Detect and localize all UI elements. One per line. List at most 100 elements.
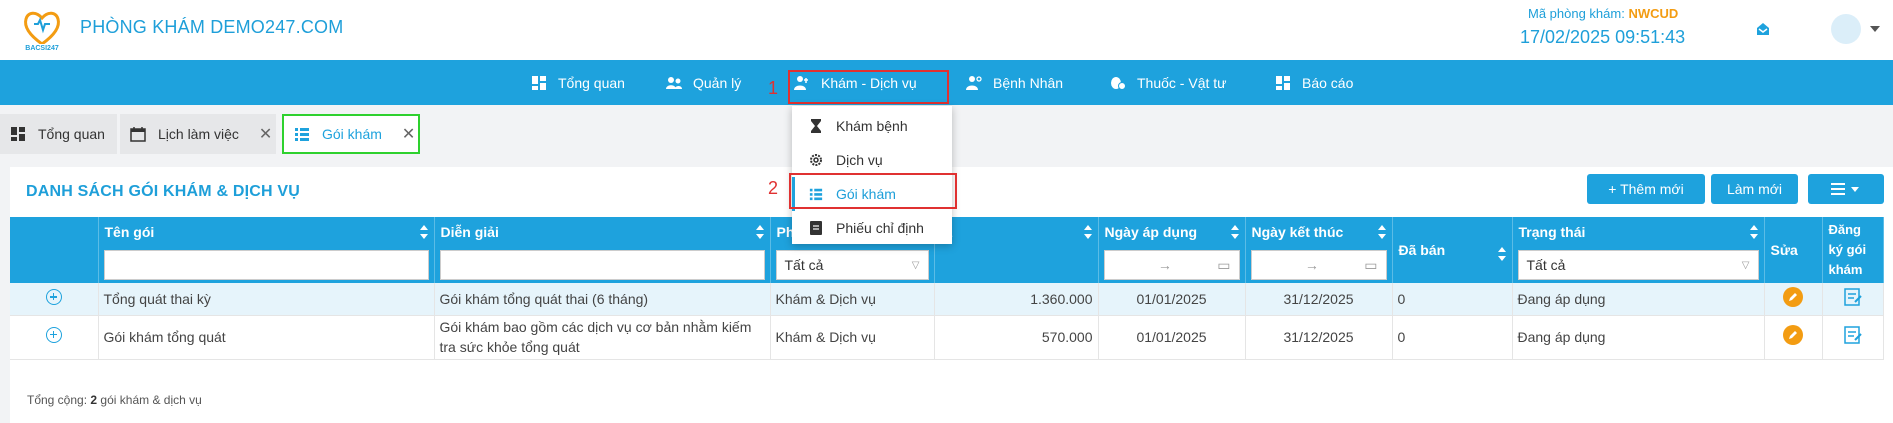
cell-da-ban: 0 bbox=[1392, 315, 1513, 360]
filter-cell: Tất cả ▽ bbox=[1512, 247, 1765, 283]
filter-cell: → ▭ bbox=[1245, 247, 1393, 283]
cell-dien-giai: Gói khám tổng quát thai (6 tháng) bbox=[434, 283, 771, 316]
col-ngay-ket-thuc[interactable]: Ngày kết thúc bbox=[1245, 217, 1393, 247]
bacsi-logo[interactable]: BACSI247 bbox=[18, 6, 66, 52]
columns-icon bbox=[1831, 183, 1859, 195]
nav-item-bao-cao[interactable]: Báo cáo bbox=[1274, 60, 1353, 105]
panel-title: DANH SÁCH GÓI KHÁM & DỊCH VỤ bbox=[26, 183, 301, 200]
menu-item-dich-vu[interactable]: Dịch vụ bbox=[792, 143, 952, 177]
nav-item-tong-quan[interactable]: Tổng quan bbox=[530, 60, 625, 105]
chevron-down-icon: ▽ bbox=[911, 259, 920, 271]
column-options-button[interactable] bbox=[1808, 174, 1884, 204]
col-ten-goi[interactable]: Tên gói bbox=[98, 217, 435, 247]
menu-item-kham-benh[interactable]: Khám bệnh bbox=[792, 109, 952, 143]
sort-icon[interactable] bbox=[1083, 225, 1092, 239]
filter-ten-goi-input[interactable] bbox=[103, 250, 429, 280]
svg-text:BACSI247: BACSI247 bbox=[25, 45, 59, 52]
tab-tong-quan[interactable]: Tổng quan bbox=[0, 114, 117, 154]
dashboard-icon bbox=[530, 74, 548, 92]
cell-gia: 1.360.000 bbox=[934, 283, 1099, 316]
filter-cell bbox=[434, 247, 771, 283]
current-datetime: 17/02/2025 09:51:43 bbox=[1520, 27, 1686, 47]
calendar-icon: ▭ bbox=[1217, 256, 1231, 273]
edit-cell bbox=[1764, 315, 1823, 360]
tab-lich-lam-viec[interactable]: Lịch làm việc ✕ bbox=[120, 114, 276, 154]
register-icon[interactable] bbox=[1843, 325, 1863, 345]
edit-icon[interactable] bbox=[1783, 287, 1803, 308]
nav-item-thuoc-vat-tu[interactable]: Thuốc - Vật tư bbox=[1109, 60, 1227, 105]
calendar-icon bbox=[130, 127, 146, 142]
user-avatar[interactable] bbox=[1831, 14, 1861, 44]
cell-ten-goi: Tổng quát thai kỳ bbox=[98, 283, 435, 316]
chevron-down-icon: ▽ bbox=[1741, 259, 1750, 271]
medicine-icon bbox=[1109, 74, 1127, 92]
filter-dien-giai-input[interactable] bbox=[439, 250, 765, 280]
cell-phan-loai: Khám & Dịch vụ bbox=[770, 315, 935, 360]
list-icon bbox=[295, 128, 309, 141]
calendar-icon: ▭ bbox=[1364, 256, 1378, 273]
filter-phan-loai-select[interactable]: Tất cả ▽ bbox=[775, 250, 929, 280]
col-trang-thai[interactable]: Trạng thái bbox=[1512, 217, 1765, 247]
sort-icon[interactable] bbox=[1749, 225, 1758, 239]
col-dien-giai[interactable]: Diễn giải bbox=[434, 217, 771, 247]
sort-icon[interactable] bbox=[1377, 225, 1386, 239]
cell-trang-thai[interactable]: Đang áp dụng bbox=[1512, 315, 1765, 360]
menu-item-phieu-chi-dinh[interactable]: Phiếu chỉ định bbox=[792, 211, 952, 245]
sort-icon[interactable] bbox=[1497, 247, 1506, 261]
register-cell bbox=[1822, 315, 1884, 360]
clinic-name: PHÒNG KHÁM DEMO247.COM bbox=[80, 17, 344, 37]
filter-ngay-ap-dung-range[interactable]: → ▭ bbox=[1103, 250, 1240, 280]
gear-icon bbox=[808, 152, 824, 168]
cell-ngay-ket-thuc: 31/12/2025 bbox=[1245, 315, 1393, 360]
add-new-button[interactable]: + Thêm mới bbox=[1587, 174, 1705, 204]
tab-goi-kham[interactable]: Gói khám ✕ bbox=[282, 114, 420, 154]
close-icon[interactable]: ✕ bbox=[259, 124, 272, 144]
col-ngay-ap-dung[interactable]: Ngày áp dụng bbox=[1098, 217, 1246, 247]
close-icon[interactable]: ✕ bbox=[402, 124, 415, 144]
cell-ngay-ket-thuc: 31/12/2025 bbox=[1245, 283, 1393, 316]
filter-cell bbox=[98, 247, 435, 283]
sort-icon[interactable] bbox=[1230, 225, 1239, 239]
cell-ngay-ap-dung: 01/01/2025 bbox=[1098, 283, 1246, 316]
filter-ngay-ket-thuc-range[interactable]: → ▭ bbox=[1250, 250, 1387, 280]
app-header: BACSI247 PHÒNG KHÁM DEMO247.COM Mã phòng… bbox=[0, 0, 1893, 60]
filter-cell: Tất cả ▽ bbox=[770, 247, 935, 283]
table-row[interactable]: Gói khám tổng quát Gói khám bao gồm các … bbox=[10, 315, 1884, 360]
cell-phan-loai: Khám & Dịch vụ bbox=[770, 283, 935, 316]
filter-trang-thai-select[interactable]: Tất cả ▽ bbox=[1517, 250, 1759, 280]
annotation-step2: 2 bbox=[768, 178, 779, 198]
refresh-button[interactable]: Làm mới bbox=[1711, 174, 1798, 204]
report-icon bbox=[1274, 74, 1292, 92]
col-dang-ky-goi-kham: Đăng ký gói khám bbox=[1822, 217, 1884, 283]
dashboard-icon bbox=[11, 127, 25, 141]
nav-item-benh-nhan[interactable]: Bệnh Nhân bbox=[965, 60, 1063, 105]
users-icon bbox=[665, 74, 683, 92]
clinic-code: NWCUD bbox=[1628, 6, 1679, 21]
table-row[interactable]: Tổng quát thai kỳ Gói khám tổng quát tha… bbox=[10, 283, 1884, 316]
filter-empty bbox=[10, 247, 99, 283]
col-sua: Sửa bbox=[1764, 217, 1823, 283]
cell-ten-goi: Gói khám tổng quát bbox=[98, 315, 435, 360]
expand-icon[interactable] bbox=[45, 326, 62, 343]
notification-icon[interactable] bbox=[1754, 20, 1772, 38]
edit-icon[interactable] bbox=[1783, 324, 1803, 345]
clinic-code-label: Mã phòng khám: NWCUD bbox=[1528, 6, 1679, 21]
annotation-step1: 1 bbox=[768, 78, 779, 98]
col-gia[interactable]: iá bbox=[934, 217, 1099, 247]
table-footer-summary: Tổng cộng: 2 gói khám & dịch vụ bbox=[27, 393, 202, 407]
hourglass-icon bbox=[808, 118, 824, 134]
sort-icon[interactable] bbox=[755, 225, 764, 239]
cell-trang-thai[interactable]: Đang áp dụng bbox=[1512, 283, 1765, 316]
annotation-box-step2 bbox=[789, 173, 957, 209]
col-da-ban[interactable]: Đã bán bbox=[1392, 217, 1513, 283]
expand-cell bbox=[10, 315, 99, 360]
expand-cell bbox=[10, 283, 99, 316]
nav-item-quan-ly[interactable]: Quản lý bbox=[665, 60, 741, 105]
sort-icon[interactable] bbox=[419, 225, 428, 239]
annotation-box-step1 bbox=[788, 70, 949, 104]
expand-column-header bbox=[10, 217, 99, 247]
register-icon[interactable] bbox=[1843, 287, 1863, 307]
expand-icon[interactable] bbox=[45, 289, 62, 306]
chevron-down-icon[interactable] bbox=[1870, 26, 1880, 32]
edit-cell bbox=[1764, 283, 1823, 316]
